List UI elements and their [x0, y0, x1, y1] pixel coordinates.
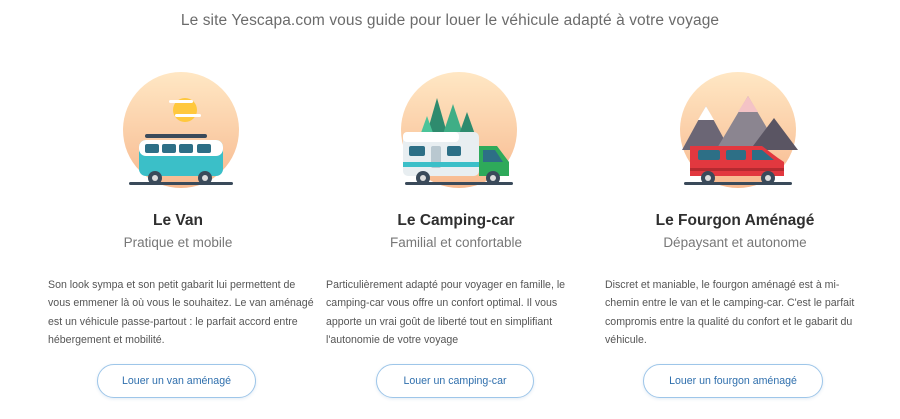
card-description: Discret et maniable, le fourgon aménagé …: [605, 279, 855, 346]
card-subtitle: Familial et confortable: [389, 235, 523, 250]
rent-van-button[interactable]: Louer un van aménagé: [97, 364, 256, 398]
rent-camping-car-button[interactable]: Louer un camping-car: [376, 364, 534, 398]
camping-car-illustration: [401, 72, 517, 188]
card-subtitle: Dépaysant et autonome: [663, 235, 807, 250]
card-description: Particulièrement adapté pour voyager en …: [326, 279, 566, 346]
intro-text: Le site Yescapa.com vous guide pour loue…: [180, 12, 720, 29]
rent-fourgon-button[interactable]: Louer un fourgon aménagé: [643, 364, 823, 398]
van-illustration: [123, 72, 239, 188]
card-subtitle: Pratique et mobile: [123, 235, 233, 250]
card-title: Le Camping-car: [397, 212, 515, 229]
card-title: Le Fourgon Aménagé: [655, 212, 815, 229]
card-title: Le Van: [153, 212, 203, 229]
card-description: Son look sympa et son petit gabarit lui …: [48, 279, 314, 346]
fourgon-illustration: [680, 72, 798, 188]
